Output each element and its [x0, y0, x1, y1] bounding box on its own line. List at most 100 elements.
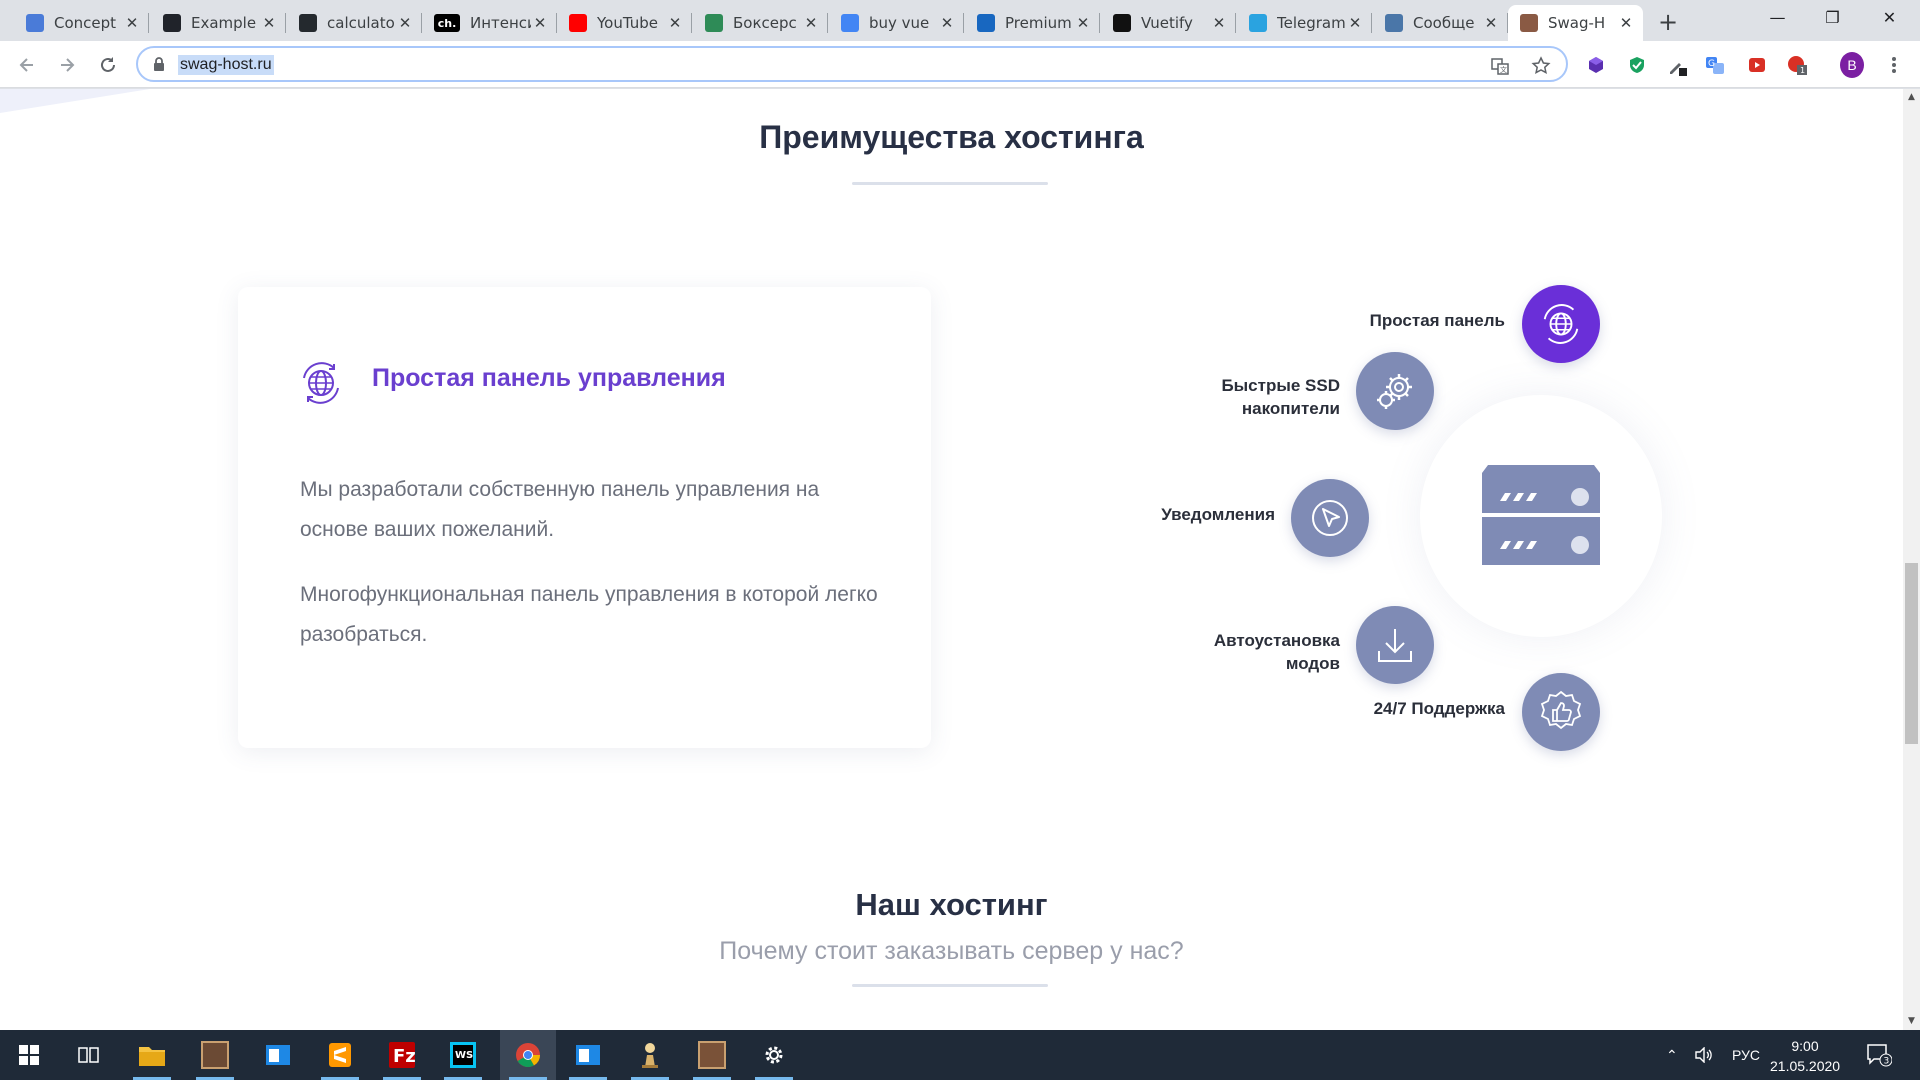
tab-12[interactable]: Swag-H ✕: [1508, 5, 1643, 41]
page-scrollbar[interactable]: ▲ ▼: [1903, 89, 1920, 1030]
taskbar-app-window[interactable]: [253, 1030, 303, 1080]
reload-button[interactable]: [93, 50, 123, 80]
tab-5[interactable]: YouTube ✕: [557, 5, 692, 41]
svg-text:文: 文: [1500, 65, 1507, 74]
tab-1[interactable]: Concept ✕: [14, 5, 149, 41]
profile-avatar[interactable]: B: [1840, 52, 1864, 78]
taskbar-sublime[interactable]: [315, 1030, 365, 1080]
tab-close-icon[interactable]: ✕: [1210, 14, 1228, 32]
react-icon: [163, 14, 181, 32]
extension-translate-icon[interactable]: G: [1703, 53, 1727, 77]
taskbar-file-explorer[interactable]: [127, 1030, 177, 1080]
tab-close-icon[interactable]: ✕: [1617, 14, 1635, 32]
browser-toolbar: swag-host.ru 文 G 1 B: [0, 41, 1920, 88]
feature-mods-button[interactable]: [1356, 606, 1434, 684]
extension-cube-icon[interactable]: [1584, 53, 1608, 77]
extension-shield-icon[interactable]: [1625, 53, 1649, 77]
scroll-down-arrow[interactable]: ▼: [1903, 1013, 1920, 1030]
thumbs-up-icon: [1540, 690, 1582, 730]
svg-text:WS: WS: [455, 1050, 473, 1061]
tab-close-icon[interactable]: ✕: [260, 14, 278, 32]
tab-2[interactable]: Example ✕: [151, 5, 286, 41]
tab-7[interactable]: buy vue ✕: [829, 5, 964, 41]
tab-close-icon[interactable]: ✕: [531, 14, 549, 32]
reload-icon: [101, 57, 115, 72]
start-button[interactable]: [4, 1030, 54, 1080]
gear-icon: [765, 1046, 783, 1064]
volume-icon[interactable]: [1694, 1030, 1714, 1080]
telegram-icon: [1249, 14, 1267, 32]
address-bar[interactable]: swag-host.ru 文: [136, 46, 1568, 82]
tab-9[interactable]: Vuetify ✕: [1101, 5, 1236, 41]
feature-support-button[interactable]: [1522, 673, 1600, 751]
new-tab-button[interactable]: +: [1653, 8, 1683, 38]
maximize-button[interactable]: ❐: [1805, 0, 1860, 36]
feature-ssd-button[interactable]: [1356, 352, 1434, 430]
tab-title: buy vue: [869, 14, 930, 32]
tray-overflow-icon[interactable]: ⌃: [1666, 1030, 1678, 1080]
feature-simple-panel-button[interactable]: [1522, 285, 1600, 363]
language-indicator[interactable]: РУС: [1732, 1030, 1760, 1080]
taskbar-app-game-2[interactable]: [687, 1030, 737, 1080]
taskbar-settings[interactable]: [749, 1030, 799, 1080]
tab-close-icon[interactable]: ✕: [1346, 14, 1364, 32]
taskbar-app-window-2[interactable]: [563, 1030, 613, 1080]
minimize-button[interactable]: —: [1750, 0, 1805, 36]
feature-notifications-button[interactable]: [1291, 479, 1369, 557]
svg-text:3: 3: [1884, 1057, 1890, 1067]
tab-title: Сообще: [1413, 14, 1475, 32]
taskbar-chrome[interactable]: [500, 1030, 556, 1080]
clock-time: 9:00: [1791, 1038, 1819, 1054]
windows-taskbar: Fz WS ⌃ РУС 9:00 21.05.2020 3: [0, 1030, 1920, 1080]
tab-separator: [148, 13, 149, 33]
extension-badge-icon[interactable]: 1: [1785, 53, 1809, 77]
feature-label-simple-panel: Простая панель: [1369, 311, 1505, 330]
translate-icon[interactable]: 文: [1490, 56, 1510, 76]
tab-3[interactable]: calculato ✕: [287, 5, 422, 41]
tab-close-icon[interactable]: ✕: [396, 14, 414, 32]
swag-icon: [1520, 14, 1538, 32]
tab-close-icon[interactable]: ✕: [1074, 14, 1092, 32]
browser-menu-icon[interactable]: [1882, 53, 1906, 77]
card-paragraph-1: Мы разработали собственную панель управл…: [300, 478, 820, 541]
tab-4[interactable]: ch. Интенси ✕: [422, 5, 557, 41]
tab-11[interactable]: Сообще ✕: [1373, 5, 1508, 41]
taskbar-clock[interactable]: 9:00 21.05.2020: [1770, 1036, 1840, 1076]
feature-label-mods-line-2: модов: [1285, 654, 1340, 673]
feature-label-mods: Автоустановка модов: [1140, 629, 1340, 675]
taskbar-filezilla[interactable]: Fz: [377, 1030, 427, 1080]
tab-close-icon[interactable]: ✕: [802, 14, 820, 32]
tab-separator: [1235, 13, 1236, 33]
notification-center-button[interactable]: 3: [1866, 1030, 1892, 1080]
tab-title: Premium: [1005, 14, 1072, 32]
tab-10[interactable]: Telegram ✕: [1237, 5, 1372, 41]
tab-6[interactable]: Боксерс ✕: [693, 5, 828, 41]
scroll-thumb[interactable]: [1905, 563, 1918, 744]
feature-label-notifications: Уведомления: [1161, 505, 1275, 524]
tab-separator: [691, 13, 692, 33]
feature-card: Простая панель управления Мы разработали…: [238, 287, 931, 748]
game-avatar-icon: [201, 1041, 229, 1069]
bookmark-star-icon[interactable]: [1531, 56, 1551, 76]
tab-close-icon[interactable]: ✕: [938, 14, 956, 32]
task-view-button[interactable]: [64, 1030, 114, 1080]
taskbar-app-game[interactable]: [190, 1030, 240, 1080]
tab-close-icon[interactable]: ✕: [1482, 14, 1500, 32]
tab-title: YouTube: [597, 14, 658, 32]
close-window-button[interactable]: ✕: [1862, 0, 1917, 36]
extension-media-icon[interactable]: [1745, 53, 1769, 77]
tab-close-icon[interactable]: ✕: [666, 14, 684, 32]
tab-8[interactable]: Premium ✕: [965, 5, 1100, 41]
forward-button[interactable]: [52, 50, 82, 80]
tab-close-icon[interactable]: ✕: [123, 14, 141, 32]
taskbar-app-chess[interactable]: [625, 1030, 675, 1080]
extension-eyedropper-icon[interactable]: [1665, 53, 1689, 77]
concept-icon: [26, 14, 44, 32]
lock-icon: [154, 57, 164, 71]
scroll-up-arrow[interactable]: ▲: [1903, 89, 1920, 106]
taskbar-webstorm[interactable]: WS: [438, 1030, 488, 1080]
back-button[interactable]: [12, 50, 42, 80]
svg-text:1: 1: [1800, 66, 1805, 75]
tab-title: Vuetify: [1141, 14, 1193, 32]
address-text[interactable]: swag-host.ru: [178, 55, 274, 75]
